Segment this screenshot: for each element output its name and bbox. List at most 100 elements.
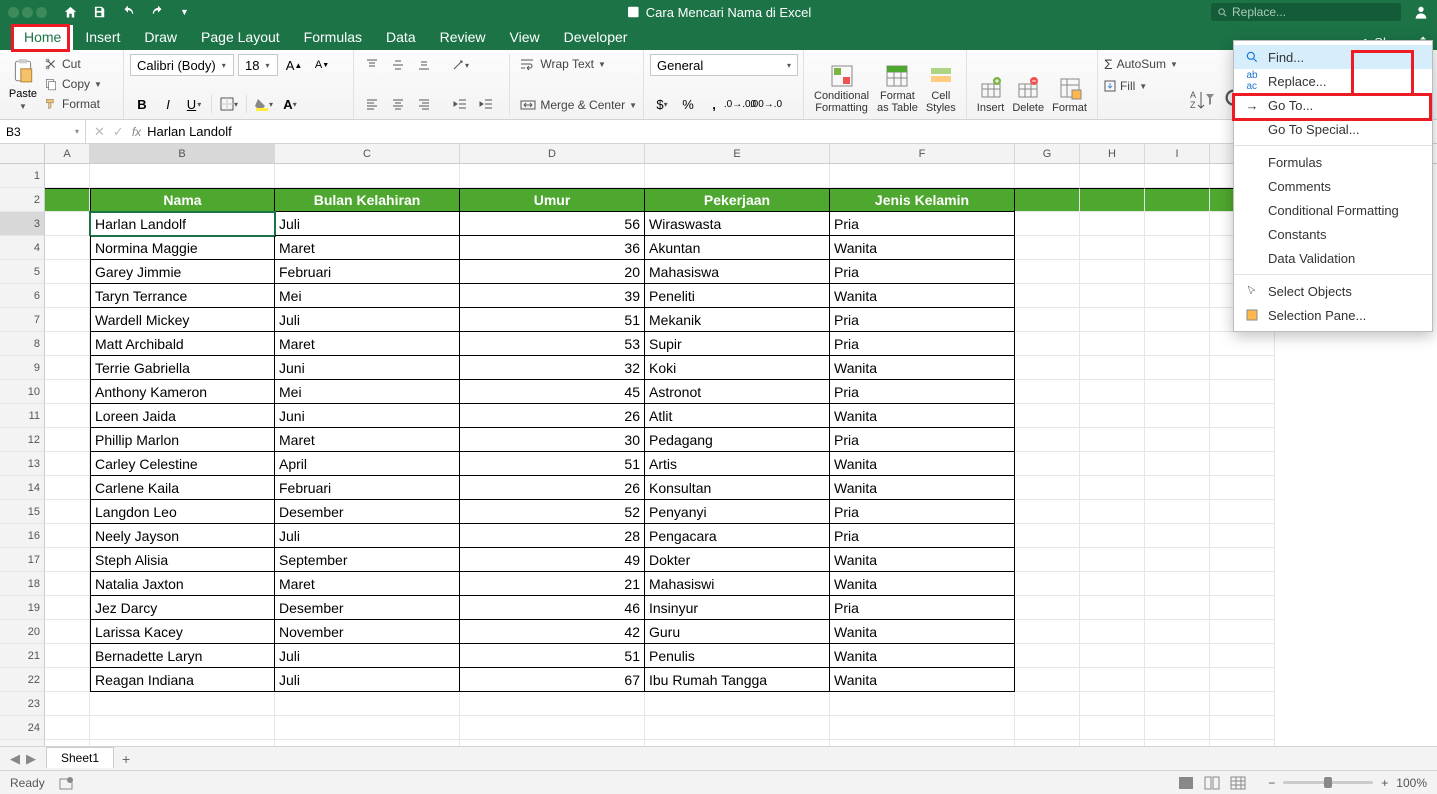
- cell-G19[interactable]: [1015, 596, 1080, 620]
- name-box[interactable]: B3▾: [0, 120, 86, 143]
- sort-filter-button[interactable]: AZ: [1184, 54, 1218, 116]
- cell-D16[interactable]: 28: [460, 524, 645, 548]
- percent-button[interactable]: %: [676, 93, 700, 115]
- cell-D10[interactable]: 45: [460, 380, 645, 404]
- cell-I21[interactable]: [1145, 644, 1210, 668]
- paste-button[interactable]: Paste ▼: [6, 54, 40, 114]
- goto-special-menu-item[interactable]: Go To Special...: [1234, 117, 1432, 141]
- cell-H1[interactable]: [1080, 164, 1145, 188]
- cell-E13[interactable]: Artis: [645, 452, 830, 476]
- cell-B21[interactable]: Bernadette Laryn: [90, 644, 275, 668]
- cell-F11[interactable]: Wanita: [830, 404, 1015, 428]
- cell-E8[interactable]: Supir: [645, 332, 830, 356]
- cell-H3[interactable]: [1080, 212, 1145, 236]
- cell-C19[interactable]: Desember: [275, 596, 460, 620]
- cell-B16[interactable]: Neely Jayson: [90, 524, 275, 548]
- replace-menu-item[interactable]: abacReplace...: [1234, 69, 1432, 93]
- confirm-edit-icon[interactable]: ✓: [113, 124, 124, 140]
- zoom-in-button[interactable]: +: [1381, 776, 1388, 790]
- cell-C20[interactable]: November: [275, 620, 460, 644]
- cell-B12[interactable]: Phillip Marlon: [90, 428, 275, 452]
- cell-C25[interactable]: [275, 740, 460, 746]
- cell-E3[interactable]: Wiraswasta: [645, 212, 830, 236]
- cell-G16[interactable]: [1015, 524, 1080, 548]
- col-header-D[interactable]: D: [460, 144, 645, 163]
- cell-D19[interactable]: 46: [460, 596, 645, 620]
- formula-input[interactable]: Harlan Landolf: [147, 124, 232, 139]
- cell-I22[interactable]: [1145, 668, 1210, 692]
- align-top-button[interactable]: [360, 54, 384, 76]
- align-right-button[interactable]: [412, 93, 436, 115]
- cell-J15[interactable]: [1210, 500, 1275, 524]
- cell-C2[interactable]: Bulan Kelahiran: [275, 188, 460, 212]
- spreadsheet-grid[interactable]: ABCDEFGHIJ 12345678910111213141516171819…: [0, 144, 1437, 746]
- cell-E24[interactable]: [645, 716, 830, 740]
- cell-J12[interactable]: [1210, 428, 1275, 452]
- delete-cells-button[interactable]: Delete: [1008, 54, 1048, 116]
- cell-H17[interactable]: [1080, 548, 1145, 572]
- cell-A10[interactable]: [45, 380, 90, 404]
- cell-J17[interactable]: [1210, 548, 1275, 572]
- formulas-menu-item[interactable]: Formulas: [1234, 150, 1432, 174]
- account-icon[interactable]: [1413, 4, 1429, 20]
- cell-A9[interactable]: [45, 356, 90, 380]
- cell-H21[interactable]: [1080, 644, 1145, 668]
- cell-I3[interactable]: [1145, 212, 1210, 236]
- cell-G11[interactable]: [1015, 404, 1080, 428]
- cell-A1[interactable]: [45, 164, 90, 188]
- align-bottom-button[interactable]: [412, 54, 436, 76]
- qat-dropdown[interactable]: ▼: [180, 7, 189, 17]
- cell-F21[interactable]: Wanita: [830, 644, 1015, 668]
- cell-I6[interactable]: [1145, 284, 1210, 308]
- cell-F13[interactable]: Wanita: [830, 452, 1015, 476]
- cell-G4[interactable]: [1015, 236, 1080, 260]
- cell-G20[interactable]: [1015, 620, 1080, 644]
- cell-F14[interactable]: Wanita: [830, 476, 1015, 500]
- row-header-20[interactable]: 20: [0, 620, 45, 644]
- cell-E16[interactable]: Pengacara: [645, 524, 830, 548]
- cell-H7[interactable]: [1080, 308, 1145, 332]
- cell-I4[interactable]: [1145, 236, 1210, 260]
- row-header-12[interactable]: 12: [0, 428, 45, 452]
- cell-G21[interactable]: [1015, 644, 1080, 668]
- cell-F6[interactable]: Wanita: [830, 284, 1015, 308]
- cell-B15[interactable]: Langdon Leo: [90, 500, 275, 524]
- cell-H25[interactable]: [1080, 740, 1145, 746]
- col-header-E[interactable]: E: [645, 144, 830, 163]
- cell-F17[interactable]: Wanita: [830, 548, 1015, 572]
- cell-I20[interactable]: [1145, 620, 1210, 644]
- cell-styles-button[interactable]: CellStyles: [922, 54, 960, 116]
- cell-F19[interactable]: Pria: [830, 596, 1015, 620]
- tab-review[interactable]: Review: [428, 25, 498, 50]
- cell-A22[interactable]: [45, 668, 90, 692]
- row-header-14[interactable]: 14: [0, 476, 45, 500]
- cell-C5[interactable]: Februari: [275, 260, 460, 284]
- row-header-17[interactable]: 17: [0, 548, 45, 572]
- merge-center-button[interactable]: Merge & Center▼: [520, 95, 637, 115]
- cell-C22[interactable]: Juli: [275, 668, 460, 692]
- row-header-9[interactable]: 9: [0, 356, 45, 380]
- cell-F4[interactable]: Wanita: [830, 236, 1015, 260]
- cell-C3[interactable]: Juli: [275, 212, 460, 236]
- cell-I14[interactable]: [1145, 476, 1210, 500]
- row-header-25[interactable]: 25: [0, 740, 45, 746]
- align-center-button[interactable]: [386, 93, 410, 115]
- col-header-G[interactable]: G: [1015, 144, 1080, 163]
- copy-button[interactable]: Copy▼: [44, 74, 102, 94]
- cell-E22[interactable]: Ibu Rumah Tangga: [645, 668, 830, 692]
- close-dot[interactable]: [8, 7, 19, 18]
- cell-G9[interactable]: [1015, 356, 1080, 380]
- cell-H15[interactable]: [1080, 500, 1145, 524]
- cell-I9[interactable]: [1145, 356, 1210, 380]
- cell-E21[interactable]: Penulis: [645, 644, 830, 668]
- cell-D17[interactable]: 49: [460, 548, 645, 572]
- cell-E6[interactable]: Peneliti: [645, 284, 830, 308]
- cell-E10[interactable]: Astronot: [645, 380, 830, 404]
- cell-J11[interactable]: [1210, 404, 1275, 428]
- cell-E14[interactable]: Konsultan: [645, 476, 830, 500]
- cell-I23[interactable]: [1145, 692, 1210, 716]
- cell-J23[interactable]: [1210, 692, 1275, 716]
- cell-B23[interactable]: [90, 692, 275, 716]
- align-middle-button[interactable]: [386, 54, 410, 76]
- cell-B25[interactable]: [90, 740, 275, 746]
